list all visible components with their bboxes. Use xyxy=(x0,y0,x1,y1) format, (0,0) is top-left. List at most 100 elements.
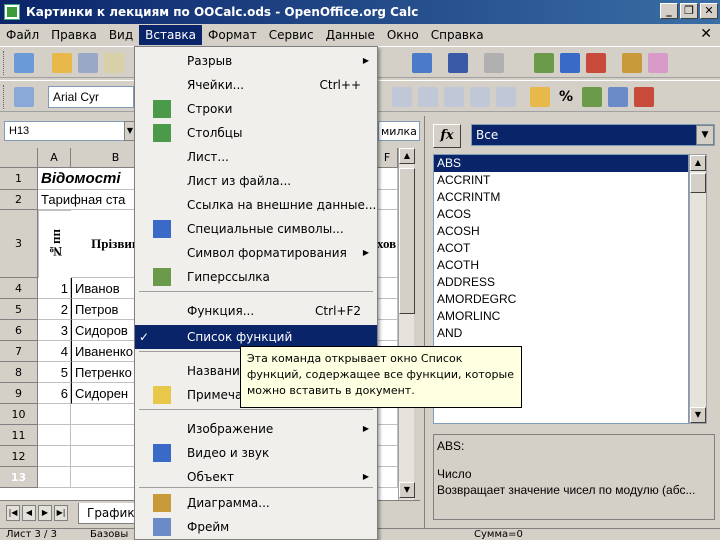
menuitem-14[interactable]: Изображение ▶ xyxy=(135,417,377,441)
cell-a[interactable]: 6 xyxy=(38,383,71,404)
function-item[interactable]: ACOT xyxy=(434,240,688,257)
function-item[interactable]: ACOS xyxy=(434,206,688,223)
cell-f[interactable] xyxy=(377,467,398,488)
row-header[interactable]: 10 xyxy=(0,404,38,425)
row-header[interactable]: 3 xyxy=(0,210,38,278)
sheet-vertical-scrollbar[interactable]: ▲ ▼ xyxy=(398,148,415,500)
save-icon[interactable] xyxy=(78,53,98,73)
merge-cells-icon[interactable] xyxy=(496,87,516,107)
cell-a[interactable]: 3 xyxy=(38,320,71,341)
align-center-icon[interactable] xyxy=(418,87,438,107)
cell-f[interactable] xyxy=(377,168,398,190)
scroll-up-icon[interactable]: ▲ xyxy=(399,148,415,164)
row-header[interactable]: 7 xyxy=(0,341,38,362)
cell-f[interactable] xyxy=(377,190,398,210)
scroll-up-icon[interactable]: ▲ xyxy=(690,155,706,171)
menu-data[interactable]: Данные xyxy=(320,25,381,45)
close-document-icon[interactable]: ✕ xyxy=(700,26,712,42)
sort-ascending-icon[interactable] xyxy=(560,53,580,73)
currency-format-icon[interactable] xyxy=(530,87,550,107)
row-header[interactable]: 1 xyxy=(0,168,38,190)
redo-icon[interactable] xyxy=(484,53,504,73)
menu-help[interactable]: Справка xyxy=(425,25,490,45)
percent-format-icon[interactable]: % xyxy=(556,87,576,107)
row-header[interactable]: 8 xyxy=(0,362,38,383)
menuitem-1[interactable]: Ячейки... Ctrl++ xyxy=(135,73,377,97)
menuitem-16[interactable]: Объект ▶ xyxy=(135,465,377,489)
next-sheet-icon[interactable]: ▶ xyxy=(38,505,52,521)
function-item[interactable]: ACCRINT xyxy=(434,172,688,189)
function-item[interactable]: AMORDEGRC xyxy=(434,291,688,308)
add-decimal-place-icon[interactable] xyxy=(608,87,628,107)
function-item[interactable]: AMORLINC xyxy=(434,308,688,325)
scroll-down-icon[interactable]: ▼ xyxy=(399,482,415,498)
cell-f[interactable] xyxy=(377,446,398,467)
menuitem-5[interactable]: Лист из файла... xyxy=(135,169,377,193)
column-header-f[interactable]: F xyxy=(377,148,398,168)
row-header[interactable]: 9 xyxy=(0,383,38,404)
cell-f[interactable] xyxy=(377,278,398,299)
row-header[interactable]: 6 xyxy=(0,320,38,341)
menuitem-10[interactable]: Функция... Ctrl+F2 xyxy=(135,299,377,323)
menuitem-18[interactable]: Фрейм xyxy=(135,515,377,539)
row-header[interactable]: 2 xyxy=(0,190,38,210)
function-list-scrollbar[interactable]: ▲ ▼ xyxy=(689,154,707,424)
menuitem-8[interactable]: Символ форматирования ▶ xyxy=(135,241,377,265)
sort-descending-icon[interactable] xyxy=(586,53,606,73)
scroll-thumb[interactable] xyxy=(399,168,415,314)
new-document-icon[interactable] xyxy=(14,53,34,73)
minimize-button[interactable]: _ xyxy=(660,3,678,19)
align-left-icon[interactable] xyxy=(392,87,412,107)
align-right-icon[interactable] xyxy=(444,87,464,107)
menu-format[interactable]: Формат xyxy=(202,25,263,45)
cell-f[interactable]: хов xyxy=(377,210,398,278)
scroll-thumb[interactable] xyxy=(690,173,706,193)
function-item[interactable]: AND xyxy=(434,325,688,342)
function-category-select[interactable]: Все ▼ xyxy=(471,124,715,146)
menuitem-0[interactable]: Разрыв ▶ xyxy=(135,49,377,73)
email-icon[interactable] xyxy=(104,53,124,73)
cell-a[interactable]: 2 xyxy=(38,299,71,320)
function-item[interactable]: ADDRESS xyxy=(434,274,688,291)
menuitem-3[interactable]: Столбцы xyxy=(135,121,377,145)
menu-tools[interactable]: Сервис xyxy=(263,25,320,45)
cell-a[interactable]: 1 xyxy=(38,278,71,299)
open-icon[interactable] xyxy=(52,53,72,73)
toolbar-grip[interactable] xyxy=(3,85,6,109)
delete-decimal-place-icon[interactable] xyxy=(634,87,654,107)
show-draw-functions-icon[interactable] xyxy=(648,53,668,73)
menuitem-9[interactable]: Гиперссылка xyxy=(135,265,377,289)
insert-function-button[interactable]: fx xyxy=(433,124,461,148)
insert-chart-icon[interactable] xyxy=(622,53,642,73)
cell-a[interactable] xyxy=(38,446,71,467)
cell-f[interactable] xyxy=(377,299,398,320)
menuitem-4[interactable]: Лист... xyxy=(135,145,377,169)
undo-icon[interactable] xyxy=(448,53,468,73)
cell-a[interactable] xyxy=(38,425,71,446)
function-item[interactable]: ACOTH xyxy=(434,257,688,274)
styles-icon[interactable] xyxy=(14,87,34,107)
standard-format-icon[interactable] xyxy=(582,87,602,107)
row-header[interactable]: 13 xyxy=(0,467,38,488)
row-header[interactable]: 11 xyxy=(0,425,38,446)
close-window-button[interactable]: ✕ xyxy=(700,3,718,19)
menuitem-15[interactable]: Видео и звук xyxy=(135,441,377,465)
menuitem-6[interactable]: Ссылка на внешние данные... xyxy=(135,193,377,217)
menuitem-17[interactable]: Диаграмма... xyxy=(135,491,377,515)
function-item[interactable]: ACOSH xyxy=(434,223,688,240)
prev-sheet-icon[interactable]: ◀ xyxy=(22,505,36,521)
cell-a[interactable] xyxy=(38,404,71,425)
cell-a[interactable]: №пп xyxy=(38,210,71,278)
chevron-down-icon[interactable]: ▼ xyxy=(696,125,714,145)
formula-input[interactable]: милка xyxy=(378,121,420,141)
row-header[interactable]: 5 xyxy=(0,299,38,320)
corner-select-all[interactable] xyxy=(0,148,38,168)
function-item[interactable]: ACCRINTM xyxy=(434,189,688,206)
last-sheet-icon[interactable]: ▶| xyxy=(54,505,68,521)
cell-f[interactable] xyxy=(377,320,398,341)
menuitem-7[interactable]: Специальные символы... xyxy=(135,217,377,241)
row-header[interactable]: 12 xyxy=(0,446,38,467)
scroll-down-icon[interactable]: ▼ xyxy=(690,407,706,423)
column-header-a[interactable]: A xyxy=(38,148,71,168)
font-name-box[interactable]: Arial Cyr xyxy=(48,86,134,108)
